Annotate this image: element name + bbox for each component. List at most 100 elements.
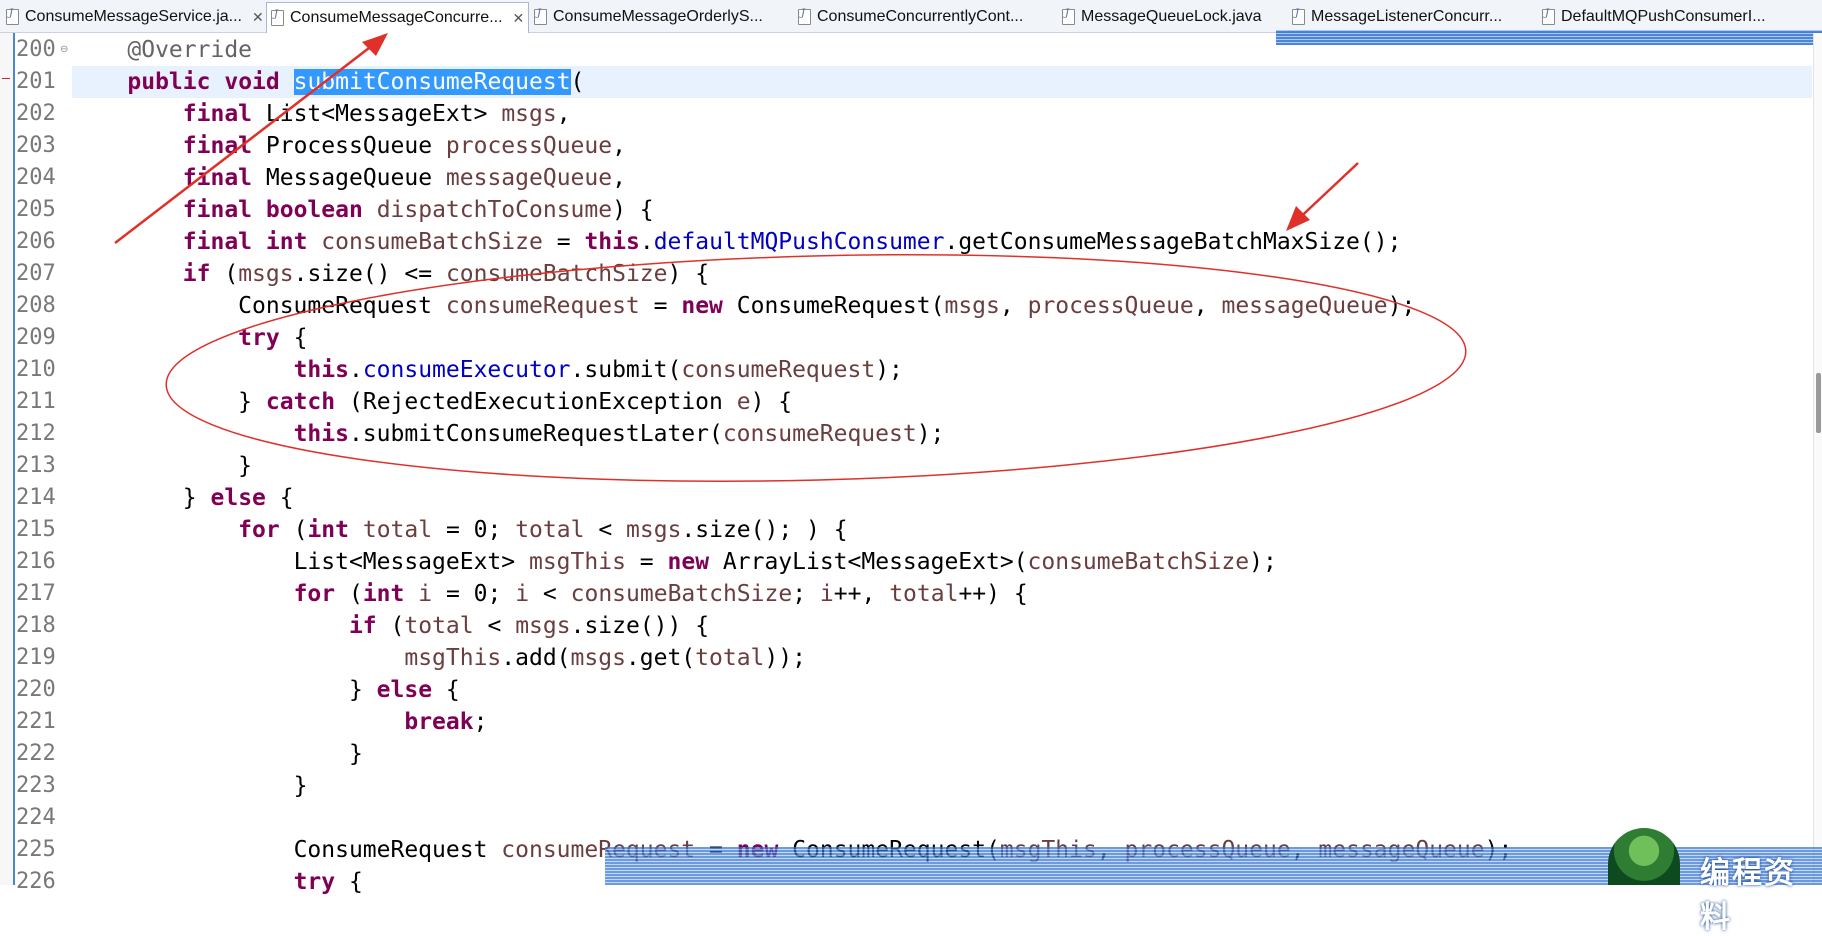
line-number: 210 — [16, 357, 56, 382]
line-number: 211 — [16, 389, 56, 414]
code-token: = — [639, 549, 654, 575]
line-number: 209 — [16, 325, 56, 350]
code-line: } — [72, 450, 1812, 482]
code-line: this.submitConsumeRequestLater(consumeRe… — [72, 418, 1812, 450]
code-token: ) { — [667, 261, 710, 287]
keyword: for — [238, 517, 280, 543]
local-variable: msgThis — [404, 645, 502, 671]
code-token: ProcessQueue — [265, 133, 433, 159]
parameter: dispatchToConsume — [376, 197, 613, 223]
line-number: 219 — [16, 645, 56, 670]
tab-label: MessageQueueLock.java — [1081, 8, 1262, 25]
code-line: break; — [72, 706, 1812, 738]
local-variable: consumeRequest — [722, 421, 917, 447]
local-variable: consumeBatchSize — [570, 581, 793, 607]
code-line: @Override — [72, 34, 1812, 66]
line-number: 208 — [16, 293, 56, 318]
local-variable: consumeBatchSize — [321, 229, 543, 255]
keyword: int — [307, 517, 349, 543]
code-token: , — [612, 133, 626, 159]
keyword: for — [293, 581, 336, 607]
editor-tab-bar: ConsumeMessageService.ja... ✕ ConsumeMes… — [0, 0, 1822, 33]
code-token: List<MessageExt> — [265, 101, 488, 127]
local-variable: total — [404, 613, 474, 639]
tab-label: ConsumeMessageService.ja... — [25, 8, 242, 25]
code-token: < — [487, 613, 502, 639]
code-token: ( — [224, 261, 239, 287]
close-icon[interactable]: ✕ — [513, 10, 525, 27]
java-file-icon — [1542, 8, 1555, 25]
tab-message-listener-concurrently[interactable]: MessageListenerConcurr... — [1288, 3, 1502, 31]
local-variable: i — [819, 581, 834, 607]
field-reference: defaultMQPushConsumer — [653, 229, 945, 255]
keyword: new — [667, 549, 710, 575]
local-variable: e — [736, 389, 751, 415]
line-number: 214 — [16, 485, 56, 510]
code-token: ; — [473, 709, 488, 735]
local-variable: msgs — [944, 293, 1000, 319]
tab-consume-message-concurrently[interactable]: ConsumeMessageConcurre... ✕ — [266, 2, 530, 33]
tab-label: ConsumeMessageConcurre... — [290, 9, 503, 26]
code-token: , — [1193, 293, 1208, 319]
close-icon[interactable]: ✕ — [252, 9, 264, 26]
local-variable: total — [695, 645, 765, 671]
selected-method-name[interactable]: submitConsumeRequest — [293, 69, 571, 95]
line-number: 225 — [16, 837, 56, 862]
keyword: int — [265, 229, 308, 255]
local-variable: total — [362, 517, 433, 543]
code-editor[interactable]: @Override public void submitConsumeReque… — [72, 34, 1812, 898]
tab-message-queue-lock[interactable]: MessageQueueLock.java — [1058, 3, 1262, 31]
tab-consume-message-service[interactable]: ConsumeMessageService.ja... ✕ — [2, 3, 264, 31]
code-token: .add( — [501, 645, 571, 671]
keyword: if — [348, 613, 377, 639]
vertical-scrollbar[interactable] — [1813, 33, 1822, 885]
scrollbar-thumb[interactable] — [1816, 373, 1821, 433]
code-token: { — [348, 869, 363, 895]
code-token: ( — [570, 69, 585, 95]
code-token: List<MessageExt> — [293, 549, 516, 575]
line-number: 212 — [16, 421, 56, 446]
java-file-icon — [271, 9, 284, 26]
code-token: .submitConsumeRequestLater( — [348, 421, 723, 447]
code-token: } — [348, 677, 363, 703]
local-variable: total — [889, 581, 959, 607]
java-file-icon — [798, 8, 811, 25]
local-variable: i — [515, 581, 530, 607]
parameter: processQueue — [445, 133, 613, 159]
code-token: . — [639, 229, 654, 255]
line-number: 207 — [16, 261, 56, 286]
code-token: ) { — [750, 389, 793, 415]
line-number: 220 — [16, 677, 56, 702]
tab-consume-concurrently-context[interactable]: ConsumeConcurrentlyCont... — [794, 3, 1023, 31]
code-token: ConsumeRequest — [238, 293, 433, 319]
code-token: , — [999, 293, 1014, 319]
line-number: 205 — [16, 197, 56, 222]
line-number: 206 — [16, 229, 56, 254]
line-number: 203 — [16, 133, 56, 158]
tab-label: MessageListenerConcurr... — [1311, 8, 1503, 25]
code-token: .size() <= — [293, 261, 433, 287]
java-file-icon — [1292, 8, 1305, 25]
local-variable: processQueue — [1027, 293, 1194, 319]
tab-default-mq-push-consumer[interactable]: DefaultMQPushConsumerI... — [1538, 3, 1766, 31]
line-number: 223 — [16, 773, 56, 798]
code-token: .size()) { — [570, 613, 710, 639]
code-line: final int consumeBatchSize = this.defaul… — [72, 226, 1812, 258]
code-token: ArrayList<MessageExt>( — [722, 549, 1028, 575]
code-token: { — [279, 485, 294, 511]
code-token: { — [445, 677, 460, 703]
keyword: try — [293, 869, 336, 895]
annotation: @Override — [127, 37, 253, 63]
tab-consume-message-orderly[interactable]: ConsumeMessageOrderlyS... — [530, 3, 763, 31]
keyword: new — [681, 293, 723, 319]
keyword: final — [182, 165, 253, 191]
code-token: ConsumeRequest — [293, 837, 488, 863]
code-line: for (int i = 0; i < consumeBatchSize; i+… — [72, 578, 1812, 610]
code-token: ; — [792, 581, 807, 607]
code-token: { — [293, 325, 308, 351]
keyword: catch — [265, 389, 336, 415]
line-number: 202 — [16, 101, 56, 126]
local-variable: consumeRequest — [445, 293, 640, 319]
keyword: int — [362, 581, 405, 607]
